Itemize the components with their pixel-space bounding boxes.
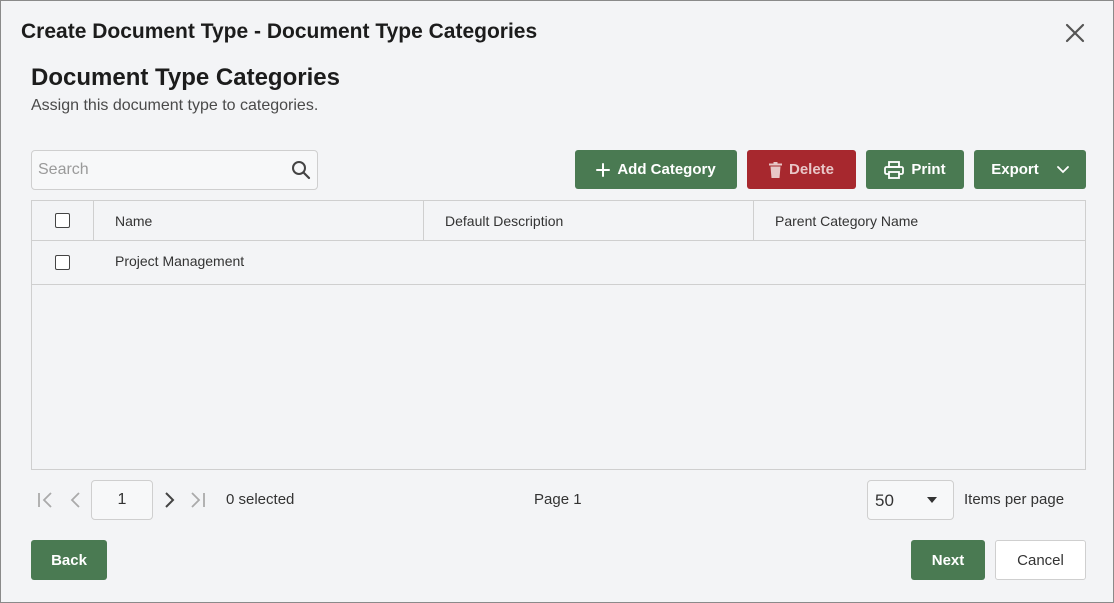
plus-icon [596, 162, 611, 177]
page-size-value: 50 [875, 491, 894, 510]
page-number-input[interactable]: 1 [91, 480, 153, 520]
section-title: Document Type Categories [31, 64, 340, 91]
chevron-down-icon [1056, 165, 1069, 173]
column-header-name[interactable]: Name [115, 213, 152, 229]
selected-count: 0 selected [226, 491, 295, 508]
print-button[interactable]: Print [866, 150, 964, 189]
next-button[interactable]: Next [911, 540, 985, 580]
back-button[interactable]: Back [31, 540, 107, 580]
column-divider [753, 201, 754, 241]
column-divider [93, 201, 94, 241]
export-button[interactable]: Export [974, 150, 1086, 189]
add-category-button[interactable]: Add Category [575, 150, 737, 189]
trash-icon [768, 161, 782, 178]
table-row[interactable]: Project Management [32, 241, 1085, 285]
add-category-label: Add Category [617, 161, 716, 178]
prev-page-icon[interactable] [66, 490, 86, 510]
cell-name: Project Management [115, 253, 245, 269]
print-label: Print [911, 161, 946, 178]
create-document-type-dialog: Create Document Type - Document Type Cat… [0, 0, 1114, 603]
column-header-parent-category-name[interactable]: Parent Category Name [775, 213, 918, 229]
categories-grid: Name Default Description Parent Category… [31, 200, 1086, 470]
search-box [31, 150, 318, 190]
row-checkbox[interactable] [55, 255, 70, 270]
delete-button[interactable]: Delete [747, 150, 856, 189]
page-indicator: Page 1 [534, 491, 582, 508]
export-label: Export [991, 161, 1039, 178]
search-input[interactable] [38, 159, 278, 181]
next-page-icon[interactable] [159, 490, 179, 510]
column-divider [423, 201, 424, 241]
cancel-button[interactable]: Cancel [995, 540, 1086, 580]
printer-icon [884, 160, 905, 179]
caret-down-icon [927, 497, 937, 503]
page-size-select[interactable]: 50 [867, 480, 954, 520]
items-per-page-label: Items per page [964, 491, 1065, 508]
column-header-default-description[interactable]: Default Description [445, 213, 563, 229]
section-subtitle: Assign this document type to categories. [31, 97, 319, 114]
search-icon[interactable] [291, 160, 311, 180]
delete-label: Delete [788, 161, 835, 178]
select-all-checkbox[interactable] [55, 213, 70, 228]
first-page-icon[interactable] [36, 490, 56, 510]
dialog-title: Create Document Type - Document Type Cat… [21, 20, 538, 43]
last-page-icon[interactable] [187, 490, 207, 510]
grid-header: Name Default Description Parent Category… [32, 201, 1085, 241]
close-icon[interactable] [1063, 21, 1087, 45]
